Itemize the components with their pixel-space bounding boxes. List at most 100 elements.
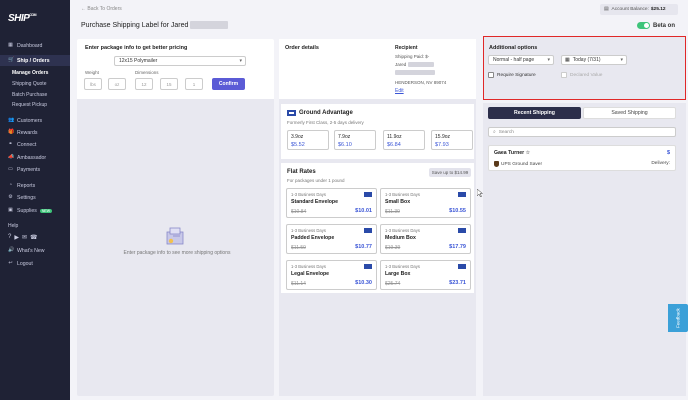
wallet-icon: ▤ (604, 7, 609, 12)
old-price: $11.59 (291, 245, 306, 251)
package-type-select[interactable]: 12x15 Polymailer ▾ (114, 56, 246, 66)
sidebar-item-label: Settings (17, 194, 36, 201)
box-name: Legal Envelope (291, 271, 330, 277)
delivery-days: 1-3 Business Days (385, 192, 420, 197)
delivery-days: 1-3 Business Days (291, 228, 326, 233)
delivery-days: 1-3 Business Days (385, 228, 420, 233)
sidebar-item-customers[interactable]: 👥 Customers (0, 115, 70, 126)
declared-value-label: Declared Value (570, 72, 603, 78)
logo-text: SHIP (8, 13, 30, 24)
recent-shipment-card[interactable]: Gaea Turner ☆ UPS Ground Saver $ Deliver… (488, 145, 676, 171)
chevron-down-icon: ▾ (547, 57, 550, 63)
beta-toggle[interactable]: Beta on (637, 22, 675, 29)
sidebar-subitem-request-pickup[interactable]: Request Pickup (0, 100, 70, 110)
sidebar-item-logout[interactable]: ↩ Logout (0, 258, 70, 269)
weight-lbs-input[interactable]: lbs (84, 78, 102, 90)
sidebar-item-rewards[interactable]: 🎁 Rewards (0, 127, 70, 138)
search-placeholder: Search (498, 129, 514, 135)
sidebar-item-ambassador[interactable]: 📣 Ambassador (0, 152, 70, 163)
page-title: Purchase Shipping Label for Jared (81, 21, 229, 29)
phone-icon[interactable]: ☎ (30, 234, 37, 241)
flat-rate-legal-envelope[interactable]: 1-3 Business Days Legal Envelope $11.14 $10… (286, 260, 377, 290)
toggle-switch[interactable] (637, 22, 650, 29)
recipient-name-text: Jared (395, 62, 407, 67)
sidebar-subitem-shipping-quote[interactable]: Shipping Quote (0, 79, 70, 89)
sidebar-item-label: Ship / Orders (17, 57, 50, 64)
recipient-label: Recipient (395, 45, 418, 51)
sidebar-item-dashboard[interactable]: ▦ Dashboard (0, 40, 70, 51)
flat-rates-subtitle: For packages under 1 pound (287, 178, 345, 183)
ship-date-select[interactable]: ▦ Today (7/31) ▾ (561, 55, 627, 65)
feedback-tab[interactable]: Feedback (668, 304, 688, 332)
checkbox-box[interactable] (561, 72, 567, 78)
rate-card-11-9oz[interactable]: 11.9oz $6.84 (383, 130, 425, 150)
recent-shipping-panel: Recent Shipping Saved Shipping ⌕ Search G… (483, 103, 686, 396)
flat-rate-padded-envelope[interactable]: 1-3 Business Days Padded Envelope $11.59 $1… (286, 224, 377, 254)
sidebar-item-connect[interactable]: ⚭ Connect (0, 139, 70, 150)
shipping-paid: Shipping Paid: $- (395, 54, 430, 59)
new-price: $10.30 (355, 280, 372, 286)
back-to-orders-link[interactable]: ← Back To Orders (81, 6, 122, 12)
usps-logo-icon (458, 228, 466, 233)
rate-price: $6.84 (387, 142, 401, 148)
ups-logo-icon (494, 161, 499, 167)
sidebar-subitem-batch-purchase[interactable]: Batch Purchase (0, 90, 70, 100)
ground-advantage-title: Ground Advantage (287, 110, 353, 116)
rate-weight: 7.9oz (338, 134, 351, 140)
require-signature-label: Require Signature (497, 72, 536, 78)
tab-saved-shipping[interactable]: Saved Shipping (583, 107, 676, 119)
flat-rate-small-box[interactable]: 1-3 Business Days Small Box $11.39 $10.55 (380, 188, 471, 218)
width-input[interactable]: 15 (160, 78, 178, 90)
mail-icon[interactable]: ✉ (22, 234, 27, 241)
height-input[interactable]: 1 (185, 78, 203, 90)
help-label: Help (8, 223, 19, 229)
video-icon[interactable]: ▶ (14, 234, 19, 241)
sidebar-item-label: Customers (17, 117, 43, 124)
tab-recent-shipping[interactable]: Recent Shipping (488, 107, 581, 119)
flat-rate-large-box[interactable]: 1-3 Business Days Large Box $25.74 $23.71 (380, 260, 471, 290)
ground-advantage-section: Ground Advantage Formerly First Class, 2… (281, 104, 474, 159)
people-icon: 👥 (8, 117, 15, 123)
rate-card-15-9oz[interactable]: 15.9oz $7.93 (431, 130, 473, 150)
save-badge: Save up to $14.99 (429, 168, 471, 177)
checkbox-box[interactable] (488, 72, 494, 78)
sidebar-subitem-label: Manage Orders (12, 70, 49, 76)
sidebar-subitem-label: Batch Purchase (12, 92, 48, 98)
recipient-name: Jared (395, 62, 434, 68)
package-title: Enter package info to get better pricing (85, 45, 188, 51)
length-input[interactable]: 12 (135, 78, 153, 90)
rate-card-3-9oz[interactable]: 3.9oz $5.52 (287, 130, 329, 150)
declared-value-checkbox[interactable]: Declared Value (561, 72, 602, 78)
package-info-form: Enter package info to get better pricing… (77, 39, 274, 99)
recent-delivery: Delivery: (651, 161, 670, 166)
shipcom-logo[interactable]: SHIPCOM (8, 13, 36, 24)
sidebar-item-settings[interactable]: ⚙ Settings (0, 192, 70, 203)
sidebar-subitem-manage-orders[interactable]: Manage Orders (0, 68, 70, 78)
star-icon[interactable]: ☆ (526, 150, 531, 156)
label-size-select[interactable]: Normal - half page ▾ (488, 55, 554, 65)
rate-weight: 11.9oz (387, 134, 402, 140)
box-name: Standard Envelope (291, 199, 338, 205)
sidebar-subitem-label: Request Pickup (12, 102, 48, 108)
weight-oz-input[interactable]: oz (108, 78, 126, 90)
sidebar-item-supplies[interactable]: ▣ Supplies NEW (0, 205, 70, 216)
usps-logo-icon (287, 110, 296, 116)
new-price: $10.55 (449, 208, 466, 214)
delivery-days: 1-3 Business Days (385, 264, 420, 269)
sidebar-item-reports[interactable]: ◔ Reports (0, 180, 70, 191)
cart-icon: 🛒 (8, 57, 15, 63)
additional-options-title: Additional options (489, 45, 538, 51)
rate-card-7-9oz[interactable]: 7.9oz $6.10 (334, 130, 376, 150)
edit-recipient-link[interactable]: Edit (395, 88, 404, 94)
confirm-button[interactable]: Confirm (212, 78, 245, 90)
sidebar-item-whats-new[interactable]: 🔊 What's New (0, 245, 70, 256)
question-icon[interactable]: ? (8, 234, 11, 241)
speaker-icon: 🔊 (8, 247, 15, 253)
require-signature-checkbox[interactable]: Require Signature (488, 72, 536, 78)
flat-rate-medium-box[interactable]: 1-3 Business Days Medium Box $19.39 $17.79 (380, 224, 471, 254)
search-input[interactable]: ⌕ Search (488, 127, 676, 137)
sidebar-item-ship-orders[interactable]: 🛒 Ship / Orders (0, 55, 70, 66)
rate-price: $6.10 (338, 142, 352, 148)
sidebar-item-payments[interactable]: ▭ Payments (0, 164, 70, 175)
flat-rate-standard-envelope[interactable]: 1-3 Business Days Standard Envelope $10.84… (286, 188, 377, 218)
